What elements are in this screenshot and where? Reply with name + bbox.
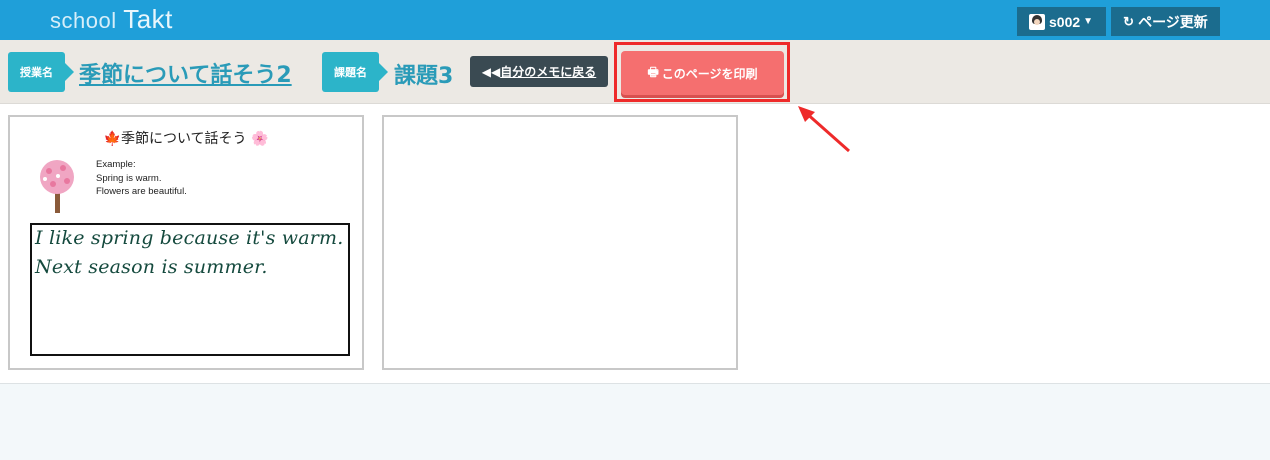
print-icon: 🖶 (647, 64, 659, 79)
example-line: Example: (96, 159, 136, 170)
tree-icon (40, 160, 74, 213)
refresh-page-button[interactable]: ↻ ページ更新 (1111, 7, 1220, 36)
refresh-label: ページ更新 (1138, 13, 1208, 30)
handwritten-line: I like spring because it's warm. (35, 227, 344, 249)
example-line: Spring is warm. (96, 172, 162, 184)
top-bar: school Takt s002 ▼ ↻ ページ更新 (0, 0, 1270, 40)
user-menu-button[interactable]: s002 ▼ (1017, 7, 1106, 36)
example-text: Example: Spring is warm. Flowers are bea… (96, 158, 187, 199)
back-to-my-memo-button[interactable]: ◀◀ 自分のメモに戻る (470, 56, 608, 87)
lesson-tag: 授業名 (8, 52, 74, 92)
back-icon: ◀◀ (481, 64, 501, 79)
annotation-arrow-icon (798, 106, 850, 153)
user-avatar-icon (1029, 13, 1045, 30)
user-label: s002 (1049, 13, 1081, 30)
maple-leaf-icon: 🍁 (103, 131, 121, 147)
content-area: 🍁季節について話そう 🌸 Example: Spring is warm. Fl… (0, 104, 1270, 384)
logo-school-text: school (50, 8, 117, 33)
print-label: このページを印刷 (661, 66, 758, 81)
worksheet-title: 季節について話そう (120, 131, 247, 147)
lesson-title-link[interactable]: 季節について話そう2 (79, 57, 292, 89)
back-label: 自分のメモに戻る (500, 65, 597, 79)
cherry-blossom-icon: 🌸 (251, 131, 269, 147)
handwritten-line: Next season is summer. (35, 256, 268, 278)
task-tag: 課題名 (322, 52, 388, 92)
print-page-button[interactable]: 🖶 このページを印刷 (621, 51, 784, 95)
app-logo[interactable]: school Takt (50, 4, 173, 35)
empty-card[interactable] (382, 115, 738, 370)
refresh-icon: ↻ (1123, 13, 1135, 29)
example-line: Flowers are beautiful. (96, 186, 187, 197)
answer-box[interactable]: I like spring because it's warm. Next se… (30, 223, 350, 356)
worksheet-title-row: 🍁季節について話そう 🌸 (10, 128, 362, 148)
worksheet-card[interactable]: 🍁季節について話そう 🌸 Example: Spring is warm. Fl… (8, 115, 364, 370)
task-title: 課題3 (394, 64, 454, 89)
chevron-down-icon: ▼ (1083, 16, 1094, 27)
logo-takt-text: Takt (123, 4, 173, 34)
